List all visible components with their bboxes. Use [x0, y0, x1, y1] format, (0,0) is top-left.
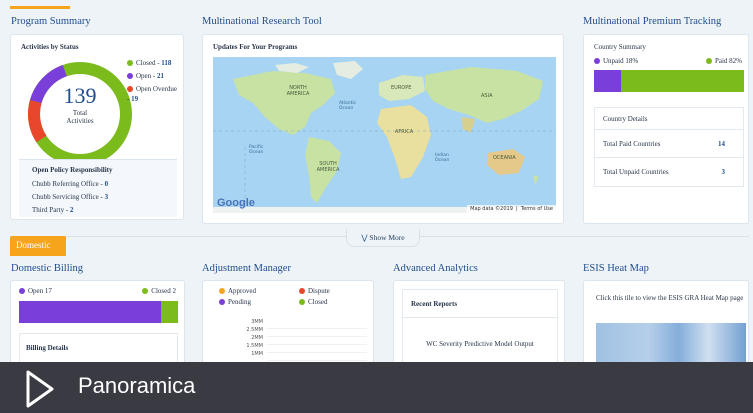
legend-open-overdue[interactable]: Open Overdue - 19 — [127, 84, 181, 104]
map-label-atlantic: Atlantic Ocean — [339, 101, 357, 111]
adjustment-manager-heading: Adjustment Manager — [202, 263, 291, 274]
double-chevron-down-icon: ⋁ — [361, 233, 368, 242]
axis-tick: 2.5MM — [246, 327, 263, 333]
legend-dot — [705, 58, 712, 65]
unpaid-fill — [594, 70, 621, 92]
legend-dot — [127, 86, 133, 93]
show-more-label: Show More — [369, 233, 405, 242]
domestic-tab-label: Domestic — [16, 240, 51, 250]
activities-card-title: Activities by Status — [21, 43, 79, 51]
map-label-asia: ASIA — [481, 93, 493, 99]
country-summary-title: Country Summary — [594, 43, 646, 51]
legend-pending: Pending — [219, 298, 251, 306]
legend-approved: Approved — [219, 287, 256, 295]
policy-title: Open Policy Responsibility — [32, 166, 113, 174]
heat-map-heading: ESIS Heat Map — [583, 263, 649, 274]
axis-tick: 1.5MM — [246, 343, 263, 349]
research-tool-heading: Multinational Research Tool — [202, 16, 322, 27]
axis-tick: 1MM — [251, 351, 263, 357]
adjustment-axis: 3MM 2.5MM 2MM 1.5MM 1MM — [213, 319, 263, 359]
legend-dot — [127, 60, 133, 67]
footer-bar: Panoramica — [0, 362, 753, 413]
map-label-south-america: SOUTH AMERICA — [316, 161, 340, 173]
report-link[interactable]: WC Severity Predictive Model Output — [403, 340, 557, 348]
legend-dot — [219, 288, 225, 295]
donut-label-total: Total — [72, 109, 88, 117]
legend-dispute: Dispute — [299, 287, 330, 295]
show-more-button[interactable]: ⋁ Show More — [346, 229, 420, 247]
map-label-pacific: Pacific Ocean — [249, 145, 264, 155]
unpaid-legend: Unpaid 18% — [594, 57, 638, 65]
heat-map-preview — [596, 323, 746, 363]
heat-map-text: Click this tile to view the ESIS GRA Hea… — [596, 294, 744, 302]
terms-of-use-link[interactable]: Terms of Use — [521, 206, 553, 212]
premium-tracking-heading: Multinational Premium Tracking — [583, 16, 722, 27]
policy-row: Third Party - 2 — [32, 206, 74, 214]
research-card[interactable]: Updates For Your Programs NORTH AMERICA … — [202, 34, 564, 224]
world-map-svg — [213, 61, 556, 213]
axis-tick: 2MM — [251, 335, 263, 341]
policy-row: Chubb Referring Office - 0 — [32, 180, 109, 188]
premium-card[interactable]: Country Summary Unpaid 18% Paid 82% Coun… — [583, 34, 749, 224]
billing-open-legend: Open 17 — [19, 287, 52, 295]
paid-legend: Paid 82% — [705, 57, 742, 65]
billing-progress-bar[interactable] — [19, 301, 178, 323]
map-label-north-america: NORTH AMERICA — [286, 85, 310, 97]
legend-dot — [19, 288, 25, 295]
research-card-title: Updates For Your Programs — [213, 43, 298, 51]
donut-total: 139 — [63, 83, 97, 108]
row-label: Total Paid Countries — [603, 140, 661, 148]
policy-row: Chubb Servicing Office - 3 — [32, 193, 109, 201]
axis-tick: 3MM — [251, 319, 263, 325]
row-label: Total Unpaid Countries — [603, 168, 669, 176]
domestic-billing-heading: Domestic Billing — [11, 263, 84, 274]
world-map[interactable]: NORTH AMERICA SOUTH AMERICA EUROPE AFRIC… — [213, 57, 556, 213]
policy-box: Open Policy Responsibility Chubb Referri… — [19, 159, 177, 217]
legend-dot — [142, 288, 149, 295]
activities-card[interactable]: Activities by Status 139 Total Activitie… — [10, 34, 184, 220]
donut-label-activities: Activities — [66, 117, 94, 125]
domestic-tab[interactable]: Domestic — [10, 236, 66, 256]
program-summary-heading: Program Summary — [11, 16, 91, 27]
country-details-title: Country Details — [595, 108, 743, 130]
billing-details-title: Billing Details — [26, 344, 69, 352]
row-value: 3 — [721, 168, 726, 176]
map-label-africa: AFRICA — [395, 129, 414, 135]
play-chevron-icon — [26, 370, 54, 408]
top-accent — [10, 6, 70, 9]
adjustment-gridlines — [267, 321, 367, 361]
country-details-table: Country Details Total Paid Countries 14 … — [594, 107, 744, 187]
billing-closed-legend: Closed 2 — [142, 287, 176, 295]
legend-closed[interactable]: Closed - 118 — [127, 59, 171, 67]
advanced-analytics-heading: Advanced Analytics — [393, 263, 478, 274]
legend-dot — [127, 73, 133, 80]
footer-brand: Panoramica — [78, 373, 196, 398]
map-label-indian: Indian Ocean — [435, 153, 450, 163]
billing-open-fill — [19, 301, 161, 323]
legend-dot — [299, 299, 305, 306]
row-value: 14 — [718, 140, 725, 148]
legend-dot — [299, 288, 305, 295]
map-data-text: Map data ©2019 — [470, 206, 513, 212]
legend-dot — [219, 299, 225, 306]
map-attribution: Map data ©2019 | Terms of Use — [467, 205, 556, 213]
legend-closed: Closed — [299, 298, 327, 306]
legend-dot — [594, 58, 600, 65]
map-label-europe: EUROPE — [391, 85, 412, 91]
table-row[interactable]: Total Unpaid Countries 3 — [595, 158, 743, 186]
table-row[interactable]: Total Paid Countries 14 — [595, 130, 743, 158]
google-logo[interactable]: Google — [217, 197, 255, 209]
legend-open[interactable]: Open - 21 — [127, 72, 164, 80]
recent-reports-title: Recent Reports — [403, 290, 557, 318]
map-label-oceania: OCEANIA — [493, 155, 516, 161]
premium-progress-bar[interactable] — [594, 70, 744, 92]
billing-details-box: Billing Details — [19, 333, 178, 363]
